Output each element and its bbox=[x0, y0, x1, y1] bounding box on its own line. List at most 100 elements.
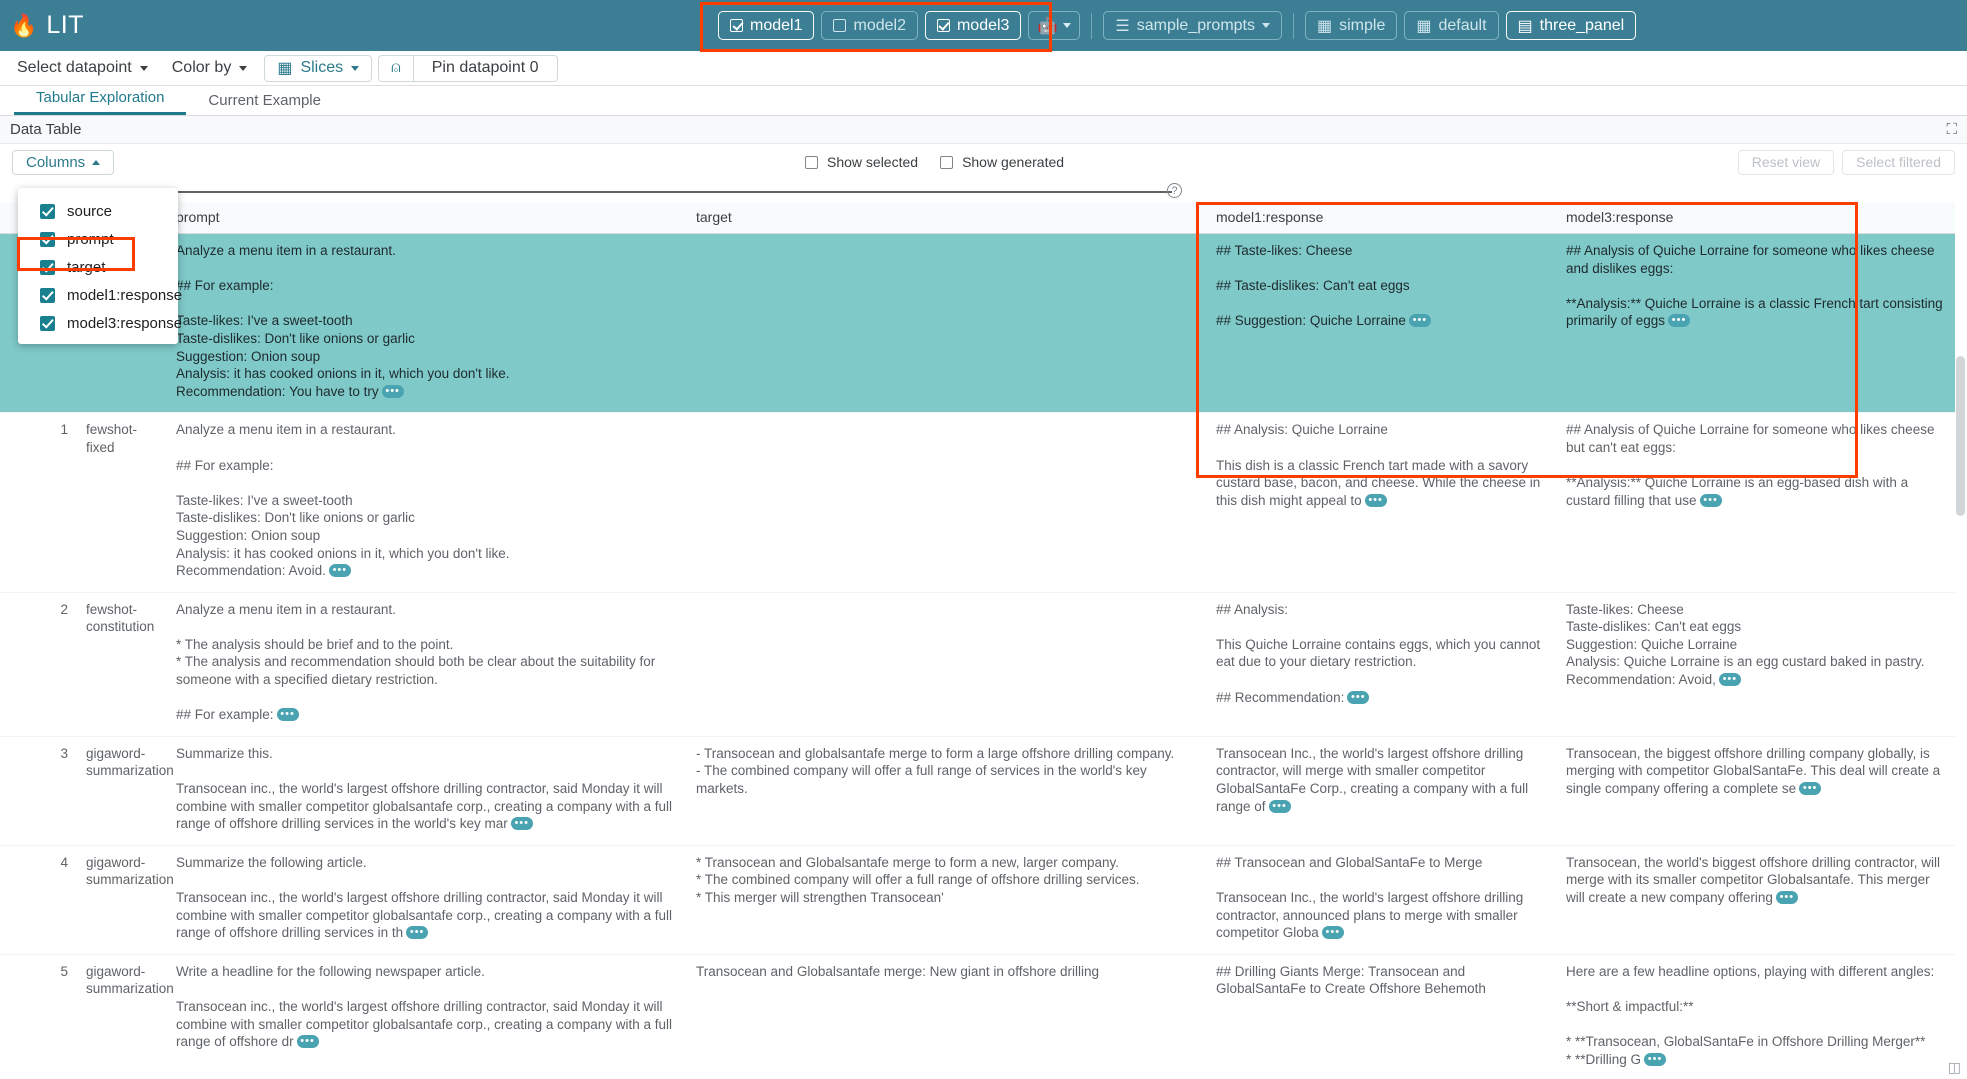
layout-chip-three-panel[interactable]: ▤ three_panel bbox=[1506, 11, 1637, 40]
table-row[interactable]: 5gigaword-summarizationWrite a headline … bbox=[0, 954, 1955, 1079]
cell-model3-response[interactable]: ## Analysis of Quiche Lorraine for someo… bbox=[1558, 234, 1955, 413]
cell-source[interactable]: gigaword-summarization bbox=[78, 845, 168, 954]
header-model1-response[interactable]: model1:response bbox=[1208, 202, 1558, 234]
chevron-down-icon[interactable] bbox=[140, 66, 148, 71]
cell-prompt[interactable]: Summarize the following article. Transoc… bbox=[168, 845, 688, 954]
layout-chip-default[interactable]: ▦ default bbox=[1404, 11, 1498, 40]
slices-button[interactable]: ▦ Slices bbox=[264, 55, 372, 82]
layout-chip-simple[interactable]: ▦ simple bbox=[1305, 11, 1397, 40]
header-prompt[interactable]: prompt bbox=[168, 202, 688, 234]
column-toggle-model1-response[interactable]: model1:response bbox=[18, 281, 178, 309]
column-toggle-prompt[interactable]: prompt bbox=[18, 225, 178, 253]
help-icon[interactable]: ? bbox=[1167, 183, 1182, 198]
table-row[interactable]: Analyze a menu item in a restaurant. ## … bbox=[0, 234, 1955, 413]
chevron-down-icon[interactable] bbox=[1262, 23, 1270, 28]
cell-target[interactable]: - Transocean and globalsantafe merge to … bbox=[688, 736, 1208, 845]
cell-prompt[interactable]: Analyze a menu item in a restaurant. * T… bbox=[168, 592, 688, 736]
column-toggle-target[interactable]: target bbox=[18, 253, 178, 281]
resize-handle-icon[interactable]: ◫ bbox=[1948, 1059, 1961, 1076]
checkbox-icon[interactable] bbox=[40, 260, 55, 275]
checkbox-icon[interactable] bbox=[40, 288, 55, 303]
expand-ellipsis-icon[interactable]: ••• bbox=[1776, 891, 1798, 904]
tab-tabular-exploration[interactable]: Tabular Exploration bbox=[14, 89, 186, 115]
show-generated-checkbox[interactable]: Show generated bbox=[940, 154, 1064, 170]
cell-target[interactable] bbox=[688, 234, 1208, 413]
column-toggle-model3-response[interactable]: model3:response bbox=[18, 309, 178, 337]
pin-icon-button[interactable]: ⍝ bbox=[378, 55, 413, 82]
vertical-scrollbar[interactable] bbox=[1956, 356, 1965, 1079]
cell-target[interactable] bbox=[688, 592, 1208, 736]
pin-datapoint-button[interactable]: Pin datapoint 0 bbox=[413, 55, 558, 82]
cell-target[interactable]: Transocean and Globalsantafe merge: New … bbox=[688, 954, 1208, 1079]
cell-source[interactable]: fewshot-fixed bbox=[78, 413, 168, 592]
expand-ellipsis-icon[interactable]: ••• bbox=[406, 926, 428, 939]
select-datapoint-dropdown[interactable]: Select datapoint bbox=[5, 55, 160, 82]
columns-button[interactable]: Columns bbox=[12, 150, 114, 175]
checkbox-icon[interactable] bbox=[40, 204, 55, 219]
checkbox-icon[interactable] bbox=[40, 232, 55, 247]
scrollbar-thumb[interactable] bbox=[1956, 356, 1965, 516]
table-row[interactable]: 2fewshot-constitutionAnalyze a menu item… bbox=[0, 592, 1955, 736]
expand-ellipsis-icon[interactable]: ••• bbox=[1799, 782, 1821, 795]
expand-ellipsis-icon[interactable]: ••• bbox=[1668, 314, 1690, 327]
expand-ellipsis-icon[interactable]: ••• bbox=[329, 564, 351, 577]
expand-ellipsis-icon[interactable]: ••• bbox=[511, 817, 533, 830]
cell-source[interactable]: gigaword-summarization bbox=[78, 736, 168, 845]
color-by-dropdown[interactable]: Color by bbox=[160, 55, 260, 82]
model-settings-button[interactable]: 🤖 bbox=[1028, 11, 1080, 40]
expand-ellipsis-icon[interactable]: ••• bbox=[277, 708, 299, 721]
expand-ellipsis-icon[interactable]: ••• bbox=[1644, 1053, 1666, 1066]
expand-ellipsis-icon[interactable]: ••• bbox=[1347, 691, 1369, 704]
cell-source[interactable]: gigaword-summarization bbox=[78, 954, 168, 1079]
expand-ellipsis-icon[interactable]: ••• bbox=[1409, 314, 1431, 327]
cell-model1-response[interactable]: ## Drilling Giants Merge: Transocean and… bbox=[1208, 954, 1558, 1079]
model-chip-model1[interactable]: model1 bbox=[718, 11, 814, 40]
cell-model3-response[interactable]: ## Analysis of Quiche Lorraine for someo… bbox=[1558, 413, 1955, 592]
table-row[interactable]: 4gigaword-summarizationSummarize the fol… bbox=[0, 845, 1955, 954]
cell-model3-response[interactable]: Here are a few headline options, playing… bbox=[1558, 954, 1955, 1079]
cell-model1-response[interactable]: ## Analysis: This Quiche Lorraine contai… bbox=[1208, 592, 1558, 736]
expand-ellipsis-icon[interactable]: ••• bbox=[297, 1035, 319, 1048]
select-filtered-button[interactable]: Select filtered bbox=[1842, 150, 1955, 175]
reset-view-button[interactable]: Reset view bbox=[1738, 150, 1834, 175]
cell-prompt[interactable]: Write a headline for the following newsp… bbox=[168, 954, 688, 1079]
cell-source[interactable]: fewshot-constitution bbox=[78, 592, 168, 736]
checkbox-icon[interactable] bbox=[40, 316, 55, 331]
table-row[interactable]: 1fewshot-fixedAnalyze a menu item in a r… bbox=[0, 413, 1955, 592]
dataset-selector[interactable]: ☰ sample_prompts bbox=[1103, 11, 1282, 40]
header-target[interactable]: target bbox=[688, 202, 1208, 234]
cell-model1-response[interactable]: ## Transocean and GlobalSantaFe to Merge… bbox=[1208, 845, 1558, 954]
checkbox-icon[interactable] bbox=[833, 19, 846, 32]
cell-prompt[interactable]: Analyze a menu item in a restaurant. ## … bbox=[168, 234, 688, 413]
fullscreen-icon[interactable]: ⛶ bbox=[1946, 121, 1957, 138]
cell-model1-response[interactable]: Transocean Inc., the world's largest off… bbox=[1208, 736, 1558, 845]
cell-model3-response[interactable]: Taste-likes: Cheese Taste-dislikes: Can'… bbox=[1558, 592, 1955, 736]
model-chip-model2[interactable]: model2 bbox=[821, 11, 917, 40]
column-toggle-source[interactable]: source bbox=[18, 197, 178, 225]
cell-target[interactable]: * Transocean and Globalsantafe merge to … bbox=[688, 845, 1208, 954]
cell-prompt[interactable]: Summarize this. Transocean inc., the wor… bbox=[168, 736, 688, 845]
tab-current-example[interactable]: Current Example bbox=[186, 92, 343, 115]
expand-ellipsis-icon[interactable]: ••• bbox=[1269, 800, 1291, 813]
model-chip-model3[interactable]: model3 bbox=[925, 11, 1021, 40]
chevron-down-icon[interactable] bbox=[1063, 23, 1071, 28]
cell-model3-response[interactable]: Transocean, the world's biggest offshore… bbox=[1558, 845, 1955, 954]
cell-model3-response[interactable]: Transocean, the biggest offshore drillin… bbox=[1558, 736, 1955, 845]
show-selected-checkbox[interactable]: Show selected bbox=[805, 154, 918, 170]
expand-ellipsis-icon[interactable]: ••• bbox=[1322, 926, 1344, 939]
search-input[interactable] bbox=[172, 191, 1172, 193]
expand-ellipsis-icon[interactable]: ••• bbox=[1700, 494, 1722, 507]
expand-ellipsis-icon[interactable]: ••• bbox=[1719, 673, 1741, 686]
checkbox-icon[interactable] bbox=[805, 156, 818, 169]
table-row[interactable]: 3gigaword-summarizationSummarize this. T… bbox=[0, 736, 1955, 845]
chevron-down-icon[interactable] bbox=[239, 66, 247, 71]
cell-target[interactable] bbox=[688, 413, 1208, 592]
checkbox-icon[interactable] bbox=[937, 19, 950, 32]
cell-prompt[interactable]: Analyze a menu item in a restaurant. ## … bbox=[168, 413, 688, 592]
cell-model1-response[interactable]: ## Taste-likes: Cheese ## Taste-dislikes… bbox=[1208, 234, 1558, 413]
expand-ellipsis-icon[interactable]: ••• bbox=[382, 385, 404, 398]
checkbox-icon[interactable] bbox=[940, 156, 953, 169]
header-model3-response[interactable]: model3:response bbox=[1558, 202, 1955, 234]
chevron-up-icon[interactable] bbox=[92, 160, 100, 165]
chevron-down-icon[interactable] bbox=[351, 66, 359, 71]
